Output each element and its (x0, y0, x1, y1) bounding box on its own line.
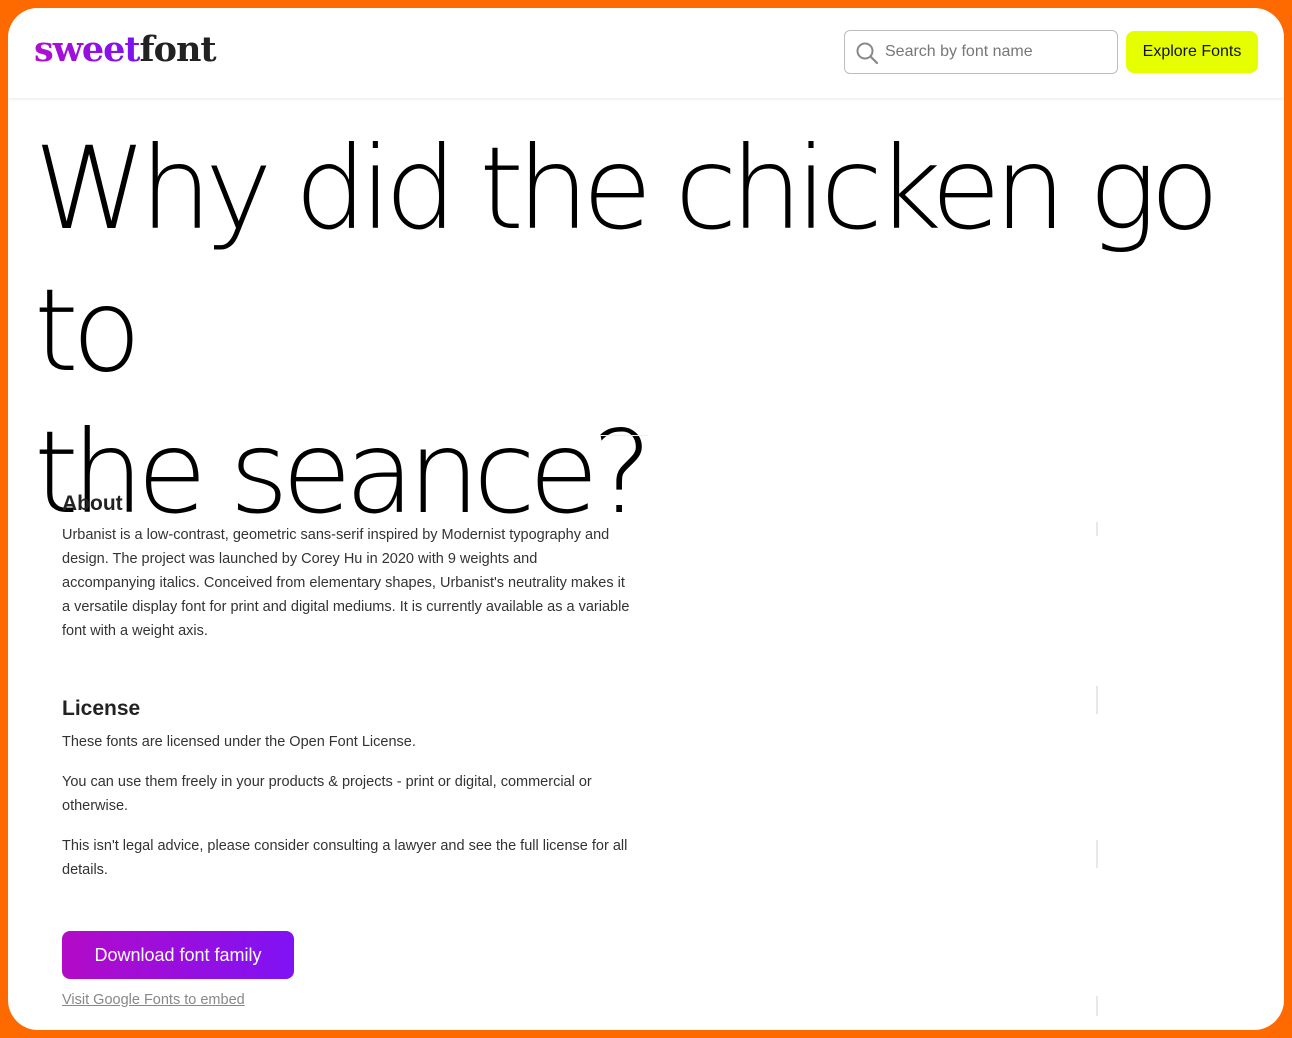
decorative-mark (1096, 686, 1098, 714)
license-heading: License (62, 697, 141, 720)
orange-frame: sweetfont Explore Fonts Why did the chic… (0, 0, 1292, 1038)
license-text-3: This isn't legal advice, please consider… (62, 838, 628, 878)
about-text: Urbanist is a low-contrast, geometric sa… (62, 527, 630, 639)
download-font-family-button[interactable]: Download font family (62, 931, 294, 979)
preview-line-1: Why did the chicken go to (34, 122, 1220, 397)
page: sweetfont Explore Fonts Why did the chic… (8, 8, 1284, 1030)
license-text-1: These fonts are licensed under the Open … (62, 734, 416, 750)
license-text-2: You can use them freely in your products… (62, 774, 592, 814)
divider (600, 435, 648, 436)
explore-fonts-button[interactable]: Explore Fonts (1126, 31, 1258, 73)
search-input[interactable] (885, 39, 1110, 65)
site-header: sweetfont Explore Fonts (8, 8, 1284, 98)
logo-part-sweet: sweet (34, 29, 141, 70)
search-box[interactable] (844, 30, 1118, 74)
font-preview-headline: Why did the chicken go to the seance? (34, 118, 1274, 544)
logo-part-font: font (139, 29, 217, 70)
about-heading: About (62, 492, 123, 515)
decorative-mark (1096, 996, 1098, 1016)
search-icon (856, 42, 879, 65)
google-fonts-link[interactable]: Visit Google Fonts to embed (62, 992, 245, 1008)
decorative-mark (1096, 840, 1098, 868)
sweetfont-logo[interactable]: sweetfont (34, 28, 217, 72)
decorative-mark (1096, 522, 1098, 536)
